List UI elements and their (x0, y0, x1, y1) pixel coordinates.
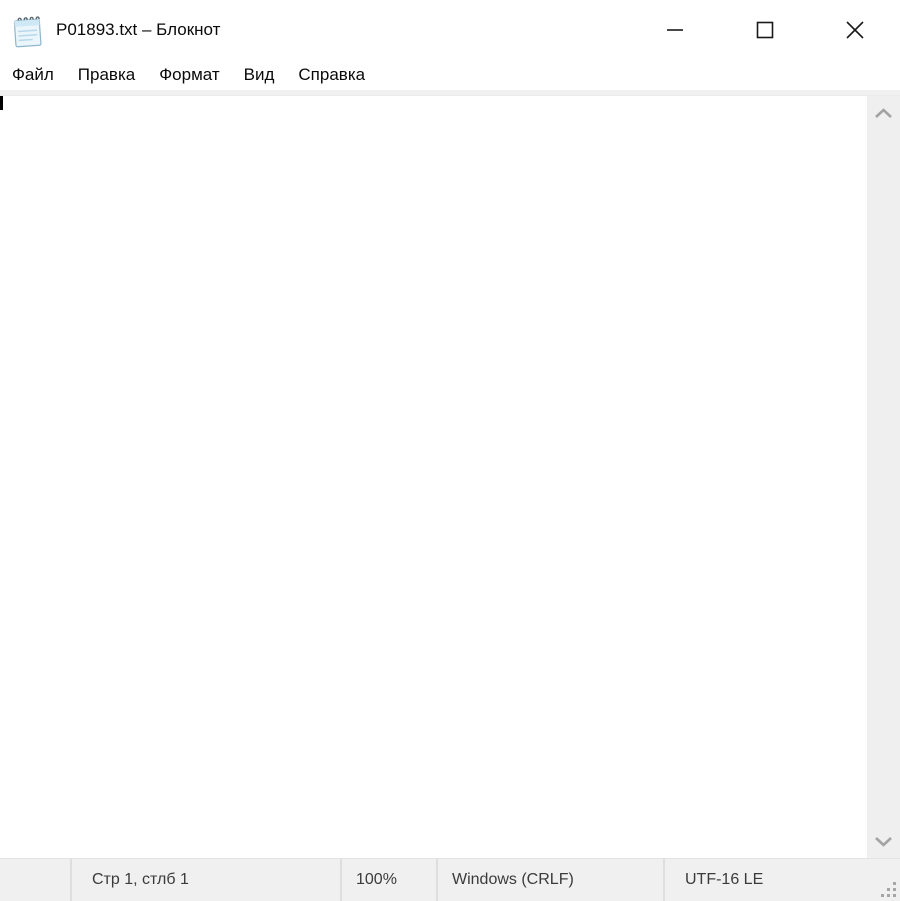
menu-bar: Файл Правка Формат Вид Справка (0, 60, 900, 90)
window-title: P01893.txt – Блокнот (56, 20, 220, 40)
menu-format[interactable]: Формат (147, 60, 231, 90)
window-controls (630, 0, 900, 60)
minimize-icon (665, 20, 685, 40)
text-editor-area[interactable] (0, 96, 867, 858)
status-zoom-level: 100% (340, 859, 436, 901)
menu-edit[interactable]: Правка (66, 60, 147, 90)
menu-view[interactable]: Вид (232, 60, 287, 90)
status-line-ending: Windows (CRLF) (436, 859, 663, 901)
vertical-scrollbar[interactable] (867, 96, 900, 858)
menu-help[interactable]: Справка (286, 60, 377, 90)
maximize-icon (755, 20, 775, 40)
close-icon (845, 20, 865, 40)
chevron-down-icon (874, 836, 893, 847)
scroll-up-button[interactable] (867, 96, 900, 130)
status-encoding: UTF-16 LE (663, 859, 900, 901)
menu-file[interactable]: Файл (0, 60, 66, 90)
scroll-down-button[interactable] (867, 824, 900, 858)
chevron-up-icon (874, 108, 893, 119)
title-bar: P01893.txt – Блокнот (0, 0, 900, 60)
status-bar: Стр 1, стлб 1 100% Windows (CRLF) UTF-16… (0, 858, 900, 901)
status-cursor-position: Стр 1, стлб 1 (70, 859, 340, 901)
close-button[interactable] (810, 0, 900, 60)
maximize-button[interactable] (720, 0, 810, 60)
text-caret (0, 96, 3, 110)
resize-grip-icon (881, 882, 897, 898)
notepad-icon (12, 14, 44, 48)
status-blank-section (0, 859, 70, 901)
minimize-button[interactable] (630, 0, 720, 60)
